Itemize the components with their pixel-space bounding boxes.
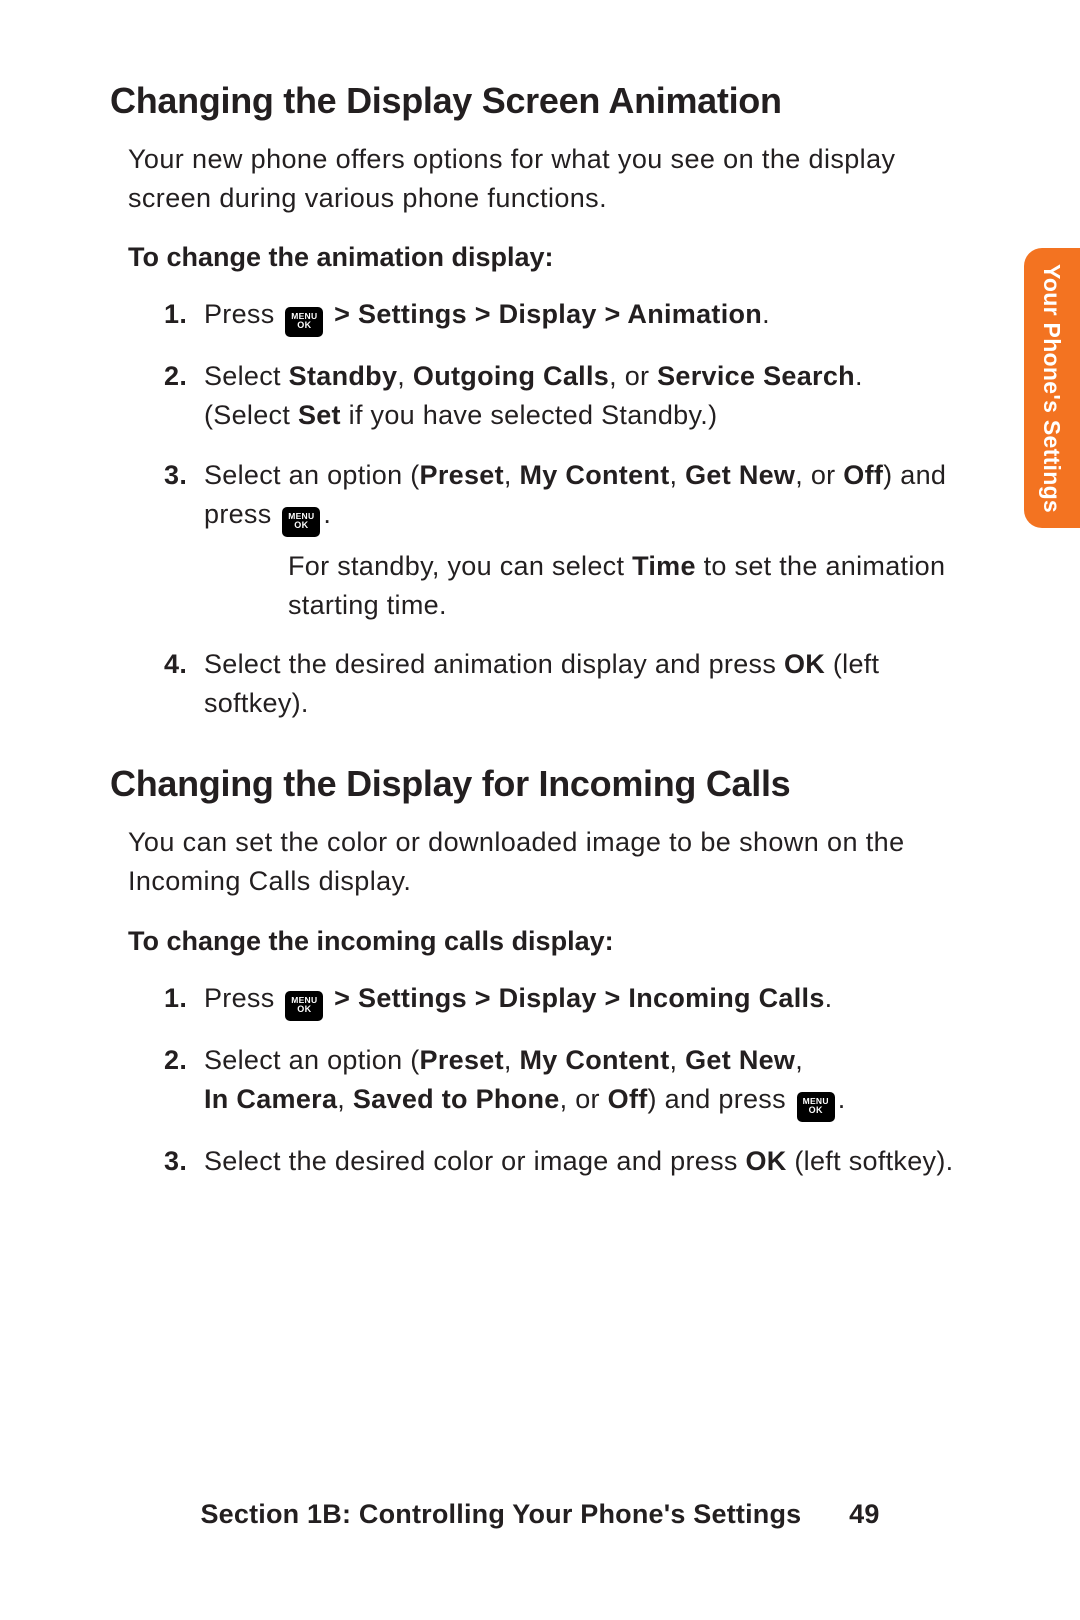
step-bold: Preset: [420, 1045, 504, 1075]
step-text: ) and press: [648, 1084, 794, 1114]
step-3: 3. Select an option (Preset, My Content,…: [164, 456, 970, 625]
step-text: .: [762, 299, 770, 329]
step-bold: > Settings > Display > Incoming Calls: [334, 983, 825, 1013]
step-text: Select an option (: [204, 1045, 420, 1075]
heading-incoming: Changing the Display for Incoming Calls: [110, 763, 970, 805]
step-num: 1.: [164, 295, 187, 334]
step-3: 3. Select the desired color or image and…: [164, 1142, 970, 1181]
heading-animation: Changing the Display Screen Animation: [110, 80, 970, 122]
step-text: (left softkey).: [787, 1146, 954, 1176]
note-bold: Time: [632, 551, 696, 581]
step-bold: Outgoing Calls: [413, 361, 609, 391]
step-note: For standby, you can select Time to set …: [288, 547, 970, 625]
step-text: .: [855, 361, 863, 391]
step-text: Select the desired animation display and…: [204, 649, 784, 679]
subheading-animation: To change the animation display:: [128, 242, 970, 273]
steps-animation: 1. Press MENUOK > Settings > Display > A…: [110, 295, 970, 723]
step-1: 1. Press MENUOK > Settings > Display > I…: [164, 979, 970, 1021]
step-bold: Saved to Phone: [353, 1084, 560, 1114]
step-num: 2.: [164, 357, 187, 396]
step-bold: Off: [608, 1084, 648, 1114]
step-2: 2. Select Standby, Outgoing Calls, or Se…: [164, 357, 970, 435]
step-bold: My Content: [520, 460, 670, 490]
note-text: For standby, you can select: [288, 551, 632, 581]
step-bold: Set: [298, 400, 341, 430]
step-bold: In Camera: [204, 1084, 337, 1114]
step-bold: > Settings > Display > Animation: [334, 299, 762, 329]
step-text: ,: [504, 460, 520, 490]
step-text: .: [323, 499, 331, 529]
step-text: ,: [337, 1084, 353, 1114]
step-text: ,: [504, 1045, 520, 1075]
step-text: if you have selected Standby.): [341, 400, 718, 430]
step-bold: OK: [784, 649, 825, 679]
step-text: Press: [204, 299, 282, 329]
step-bold: Preset: [420, 460, 504, 490]
page-footer: Section 1B: Controlling Your Phone's Set…: [0, 1499, 1080, 1530]
step-text: , or: [795, 460, 843, 490]
step-text: Press: [204, 983, 282, 1013]
step-4: 4. Select the desired animation display …: [164, 645, 970, 723]
step-text: ,: [795, 1045, 803, 1075]
step-text: Select the desired color or image and pr…: [204, 1146, 745, 1176]
menu-ok-icon: MENUOK: [797, 1092, 835, 1122]
step-bold: Get New: [685, 1045, 795, 1075]
step-1: 1. Press MENUOK > Settings > Display > A…: [164, 295, 970, 337]
footer-section: Section 1B: Controlling Your Phone's Set…: [200, 1499, 801, 1529]
step-text: .: [825, 983, 833, 1013]
steps-incoming: 1. Press MENUOK > Settings > Display > I…: [110, 979, 970, 1181]
step-text: .: [838, 1084, 846, 1114]
step-bold: OK: [745, 1146, 786, 1176]
step-text: ,: [670, 460, 686, 490]
step-bold: My Content: [520, 1045, 670, 1075]
step-bold: Standby: [289, 361, 398, 391]
step-2: 2. Select an option (Preset, My Content,…: [164, 1041, 970, 1122]
step-num: 3.: [164, 456, 187, 495]
subheading-incoming: To change the incoming calls display:: [128, 926, 970, 957]
intro-incoming: You can set the color or downloaded imag…: [128, 823, 970, 901]
step-num: 4.: [164, 645, 187, 684]
step-text: , or: [560, 1084, 608, 1114]
step-bold: Get New: [685, 460, 795, 490]
step-num: 3.: [164, 1142, 187, 1181]
step-text: (Select: [204, 400, 298, 430]
step-bold: Off: [843, 460, 883, 490]
footer-page-number: 49: [849, 1499, 879, 1530]
step-text: Select an option (: [204, 460, 420, 490]
document-page: Your Phone's Settings Changing the Displ…: [0, 0, 1080, 1620]
menu-ok-icon: MENUOK: [285, 307, 323, 337]
step-num: 2.: [164, 1041, 187, 1080]
step-num: 1.: [164, 979, 187, 1018]
menu-ok-icon: MENUOK: [285, 991, 323, 1021]
step-text: ,: [670, 1045, 686, 1075]
side-tab: Your Phone's Settings: [1024, 248, 1080, 528]
step-text: , or: [609, 361, 657, 391]
step-text: ,: [397, 361, 413, 391]
step-text: Select: [204, 361, 289, 391]
step-bold: Service Search: [657, 361, 855, 391]
intro-animation: Your new phone offers options for what y…: [128, 140, 970, 218]
menu-ok-icon: MENUOK: [282, 507, 320, 537]
side-tab-label: Your Phone's Settings: [1039, 263, 1066, 512]
